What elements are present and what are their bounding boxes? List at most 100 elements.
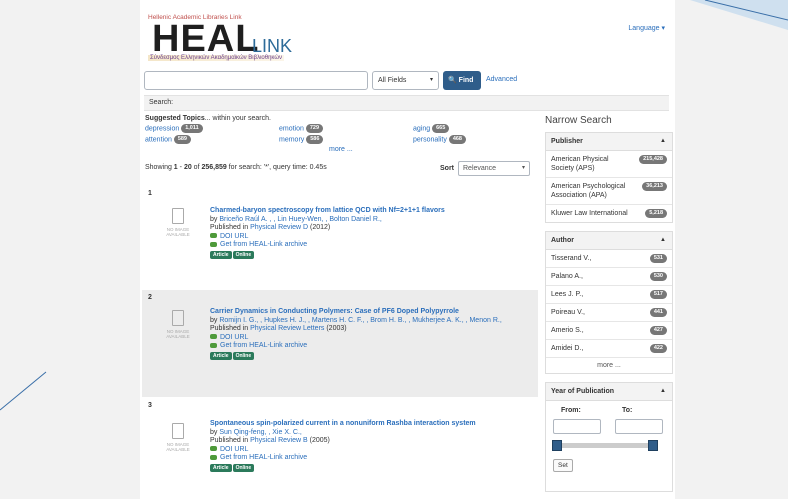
book-icon	[172, 310, 184, 326]
book-icon	[172, 423, 184, 439]
format-tag: Article	[210, 250, 232, 259]
no-image-thumbnail[interactable]: NO IMAGE AVAILABLE	[160, 310, 196, 339]
topic-attention[interactable]: attention 589	[145, 135, 191, 144]
facet-item[interactable]: Amerio S., 427	[546, 322, 672, 340]
link-icon	[210, 334, 217, 340]
topic-emotion[interactable]: emotion 729	[279, 124, 324, 133]
facet-author: Author ▲ Tisserand V., 531 Palano A., 530 …	[545, 231, 673, 374]
language-menu[interactable]: Language ▾	[628, 24, 665, 32]
facet-item-label: Palano A.,	[551, 273, 583, 280]
topic-label[interactable]: aging	[413, 125, 430, 132]
suggested-topics: Suggested Topics... within your search. …	[145, 115, 540, 153]
facet-item[interactable]: Lees J. P., 517	[546, 286, 672, 304]
publication-year: (2005)	[307, 437, 330, 444]
result-title-link[interactable]: Carrier Dynamics in Conducting Polymers:…	[210, 308, 459, 315]
facet-item[interactable]: Tisserand V., 531	[546, 250, 672, 268]
topics-more-link[interactable]: more ...	[329, 146, 353, 153]
year-to-label: To:	[622, 407, 633, 414]
format-tag: Article	[210, 351, 232, 360]
result-authors: by Sun Qing-feng, , Xie X. C.,	[210, 429, 530, 438]
result-authors-link[interactable]: Briceño Raúl A. , , Lin Huey-Wen, , Bolt…	[219, 216, 382, 223]
availability-tag: Online	[232, 351, 255, 360]
logo-subtitle: Σύνδεσμος Ελληνικών Ακαδημαϊκών Βιβλιοθη…	[148, 55, 285, 61]
year-slider-max-handle[interactable]	[648, 440, 658, 451]
facet-count-badge: 530	[649, 272, 667, 281]
facet-item-label: American Psychological Association (APA)	[551, 183, 626, 199]
author-more-link[interactable]: more ...	[546, 358, 672, 373]
availability-tag: Online	[232, 463, 255, 472]
facet-item[interactable]: American Physical Society (APS) 215,428	[546, 151, 672, 178]
facet-item[interactable]: Kluwer Law International 5,218	[546, 205, 672, 222]
year-slider-track[interactable]	[554, 443, 654, 448]
sort-label: Sort	[440, 165, 454, 172]
publication-year: (2003)	[324, 325, 347, 332]
topic-aging[interactable]: aging 665	[413, 124, 450, 133]
caret-up-icon: ▲	[660, 237, 666, 243]
sort-select[interactable]: Relevance ▾	[458, 161, 530, 176]
doi-link[interactable]: DOI URL	[220, 446, 248, 453]
facet-header-author[interactable]: Author ▲	[546, 232, 672, 250]
no-image-thumbnail[interactable]: NO IMAGE AVAILABLE	[160, 423, 196, 452]
journal-link[interactable]: Physical Review Letters	[250, 325, 324, 332]
find-button[interactable]: 🔍 Find	[443, 71, 481, 90]
year-from-input[interactable]	[553, 419, 601, 434]
journal-link[interactable]: Physical Review B	[250, 437, 308, 444]
topic-label[interactable]: emotion	[279, 125, 304, 132]
search-input[interactable]	[144, 71, 368, 90]
facet-item-label: Lees J. P.,	[551, 291, 584, 298]
topic-memory[interactable]: memory 586	[279, 135, 324, 144]
availability-tag: Online	[232, 250, 255, 259]
search-bar: All Fields ▾ 🔍 Find Advanced	[144, 70, 669, 92]
facet-item[interactable]: American Psychological Association (APA)…	[546, 178, 672, 205]
result-by-label: by	[210, 215, 220, 223]
facet-count-badge: 5,218	[645, 209, 667, 218]
topic-count-badge: 589	[173, 135, 191, 144]
facet-item-label: American Physical Society (APS)	[551, 156, 609, 172]
facet-item-label: Amerio S.,	[551, 327, 584, 334]
page-container: Hellenic Academic Libraries Link HEAL LI…	[140, 0, 675, 499]
no-image-text: NO IMAGE AVAILABLE	[166, 227, 190, 237]
advanced-search-link[interactable]: Advanced	[486, 76, 517, 83]
archive-link[interactable]: Get from HEAL-Link archive	[220, 454, 307, 461]
search-breadcrumb: Search:	[144, 95, 669, 111]
facet-item[interactable]: Palano A., 530	[546, 268, 672, 286]
summary-showing: Showing	[145, 164, 174, 171]
result-authors: by Briceño Raúl A. , , Lin Huey-Wen, , B…	[210, 216, 530, 225]
result-title-link[interactable]: Charmed-baryon spectroscopy from lattice…	[210, 207, 445, 214]
result-published: Published in Physical Review Letters (20…	[210, 325, 530, 334]
sort-value: Relevance	[463, 165, 497, 172]
archive-link[interactable]: Get from HEAL-Link archive	[220, 241, 307, 248]
logo-heal-text: HEAL	[152, 18, 260, 60]
topic-label[interactable]: attention	[145, 136, 172, 143]
set-year-button[interactable]: Set	[553, 459, 573, 472]
heal-link-logo[interactable]: Hellenic Academic Libraries Link HEAL LI…	[148, 14, 318, 64]
search-field-select[interactable]: All Fields ▾	[372, 71, 439, 90]
facet-count-badge: 36,213	[642, 182, 667, 191]
journal-link[interactable]: Physical Review D	[250, 224, 308, 231]
facet-item[interactable]: Poireau V., 441	[546, 304, 672, 322]
doi-row: DOI URL	[210, 233, 530, 242]
result-title-link[interactable]: Spontaneous spin-polarized current in a …	[210, 420, 476, 427]
archive-link[interactable]: Get from HEAL-Link archive	[220, 342, 307, 349]
year-slider-min-handle[interactable]	[552, 440, 562, 451]
doi-link[interactable]: DOI URL	[220, 233, 248, 240]
year-to-input[interactable]	[615, 419, 663, 434]
facet-header-publisher[interactable]: Publisher ▲	[546, 133, 672, 151]
topic-label[interactable]: personality	[413, 136, 447, 143]
logo-link-text: LINK	[252, 36, 293, 56]
topic-depression[interactable]: depression 1,011	[145, 124, 203, 133]
no-image-text: NO IMAGE AVAILABLE	[166, 442, 190, 452]
result-authors-link[interactable]: Sun Qing-feng, , Xie X. C.,	[219, 429, 302, 436]
facet-item-label: Poireau V.,	[551, 309, 585, 316]
doi-link[interactable]: DOI URL	[220, 334, 248, 341]
topic-label[interactable]: memory	[279, 136, 304, 143]
facet-header-year[interactable]: Year of Publication ▲	[546, 383, 672, 401]
no-image-thumbnail[interactable]: NO IMAGE AVAILABLE	[160, 208, 196, 237]
year-from-label: From:	[561, 407, 581, 414]
facet-item[interactable]: Amidei D., 422	[546, 340, 672, 358]
topic-label[interactable]: depression	[145, 125, 179, 132]
topic-personality[interactable]: personality 468	[413, 135, 466, 144]
result-authors-link[interactable]: Romijn I. G., , Hupkes H. J., , Martens …	[219, 317, 501, 324]
summary-of: of	[191, 164, 202, 171]
suggested-topics-label: Suggested Topics	[145, 115, 205, 122]
